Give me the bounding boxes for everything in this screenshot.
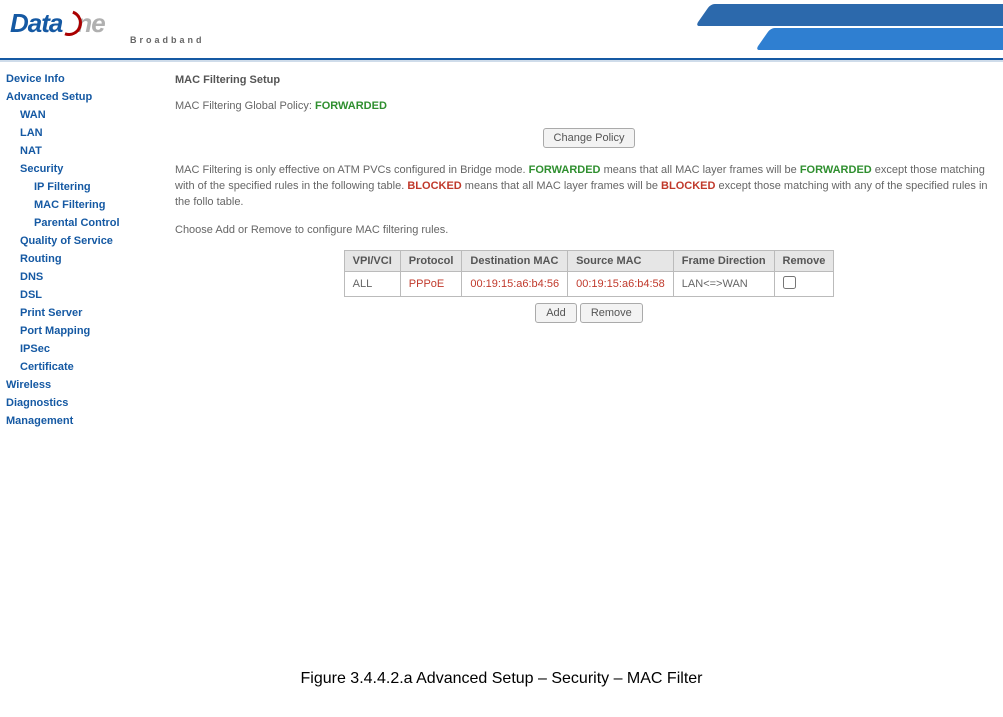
col-dest-mac: Destination MAC <box>462 251 568 272</box>
table-header-row: VPI/VCI Protocol Destination MAC Source … <box>344 251 834 272</box>
col-remove: Remove <box>774 251 834 272</box>
remove-button[interactable]: Remove <box>580 303 643 323</box>
main-content: MAC Filtering Setup MAC Filtering Global… <box>155 60 1003 440</box>
col-protocol: Protocol <box>400 251 462 272</box>
sidebar-item-wan[interactable]: WAN <box>6 106 149 124</box>
policy-value: FORWARDED <box>315 100 387 112</box>
policy-line: MAC Filtering Global Policy: FORWARDED <box>175 100 1003 112</box>
remove-checkbox[interactable] <box>783 276 796 289</box>
sidebar-item-mac-filtering[interactable]: MAC Filtering <box>6 196 149 214</box>
header-stripes <box>500 0 1003 58</box>
table-row: ALL PPPoE 00:19:15:a6:b4:56 00:19:15:a6:… <box>344 272 834 297</box>
brand-logo: Datane Broadband <box>10 8 205 45</box>
choose-text: Choose Add or Remove to configure MAC fi… <box>175 222 1003 238</box>
description-text: MAC Filtering is only effective on ATM P… <box>175 162 1003 210</box>
cell-direction: LAN<=>WAN <box>673 272 774 297</box>
figure-caption: Figure 3.4.4.2.a Advanced Setup – Securi… <box>0 660 1003 708</box>
col-vpi: VPI/VCI <box>344 251 400 272</box>
sidebar: Device Info Advanced Setup WAN LAN NAT S… <box>0 60 155 440</box>
sidebar-item-lan[interactable]: LAN <box>6 124 149 142</box>
sidebar-item-ip-filtering[interactable]: IP Filtering <box>6 178 149 196</box>
sidebar-item-certificate[interactable]: Certificate <box>6 358 149 376</box>
cell-src-mac: 00:19:15:a6:b4:58 <box>568 272 674 297</box>
mac-rules-table: VPI/VCI Protocol Destination MAC Source … <box>344 250 835 297</box>
add-button[interactable]: Add <box>535 303 577 323</box>
sidebar-item-device-info[interactable]: Device Info <box>6 70 149 88</box>
sidebar-item-diagnostics[interactable]: Diagnostics <box>6 394 149 412</box>
sidebar-item-security[interactable]: Security <box>6 160 149 178</box>
cell-protocol: PPPoE <box>400 272 462 297</box>
sidebar-item-advanced-setup[interactable]: Advanced Setup <box>6 88 149 106</box>
sidebar-item-ipsec[interactable]: IPSec <box>6 340 149 358</box>
app-header: Datane Broadband <box>0 0 1003 60</box>
col-direction: Frame Direction <box>673 251 774 272</box>
sidebar-item-wireless[interactable]: Wireless <box>6 376 149 394</box>
sidebar-item-management[interactable]: Management <box>6 412 149 430</box>
sidebar-item-dsl[interactable]: DSL <box>6 286 149 304</box>
sidebar-item-dns[interactable]: DNS <box>6 268 149 286</box>
sidebar-item-port-mapping[interactable]: Port Mapping <box>6 322 149 340</box>
sidebar-item-routing[interactable]: Routing <box>6 250 149 268</box>
sidebar-item-qos[interactable]: Quality of Service <box>6 232 149 250</box>
brand-tagline: Broadband <box>130 35 205 45</box>
sidebar-item-parental-control[interactable]: Parental Control <box>6 214 149 232</box>
sidebar-item-nat[interactable]: NAT <box>6 142 149 160</box>
sidebar-item-print-server[interactable]: Print Server <box>6 304 149 322</box>
policy-label: MAC Filtering Global Policy: <box>175 100 315 112</box>
cell-vpi: ALL <box>344 272 400 297</box>
change-policy-button[interactable]: Change Policy <box>543 128 636 148</box>
brand-part1: Data <box>10 8 62 38</box>
cell-dest-mac: 00:19:15:a6:b4:56 <box>462 272 568 297</box>
col-src-mac: Source MAC <box>568 251 674 272</box>
page-title: MAC Filtering Setup <box>175 74 1003 86</box>
